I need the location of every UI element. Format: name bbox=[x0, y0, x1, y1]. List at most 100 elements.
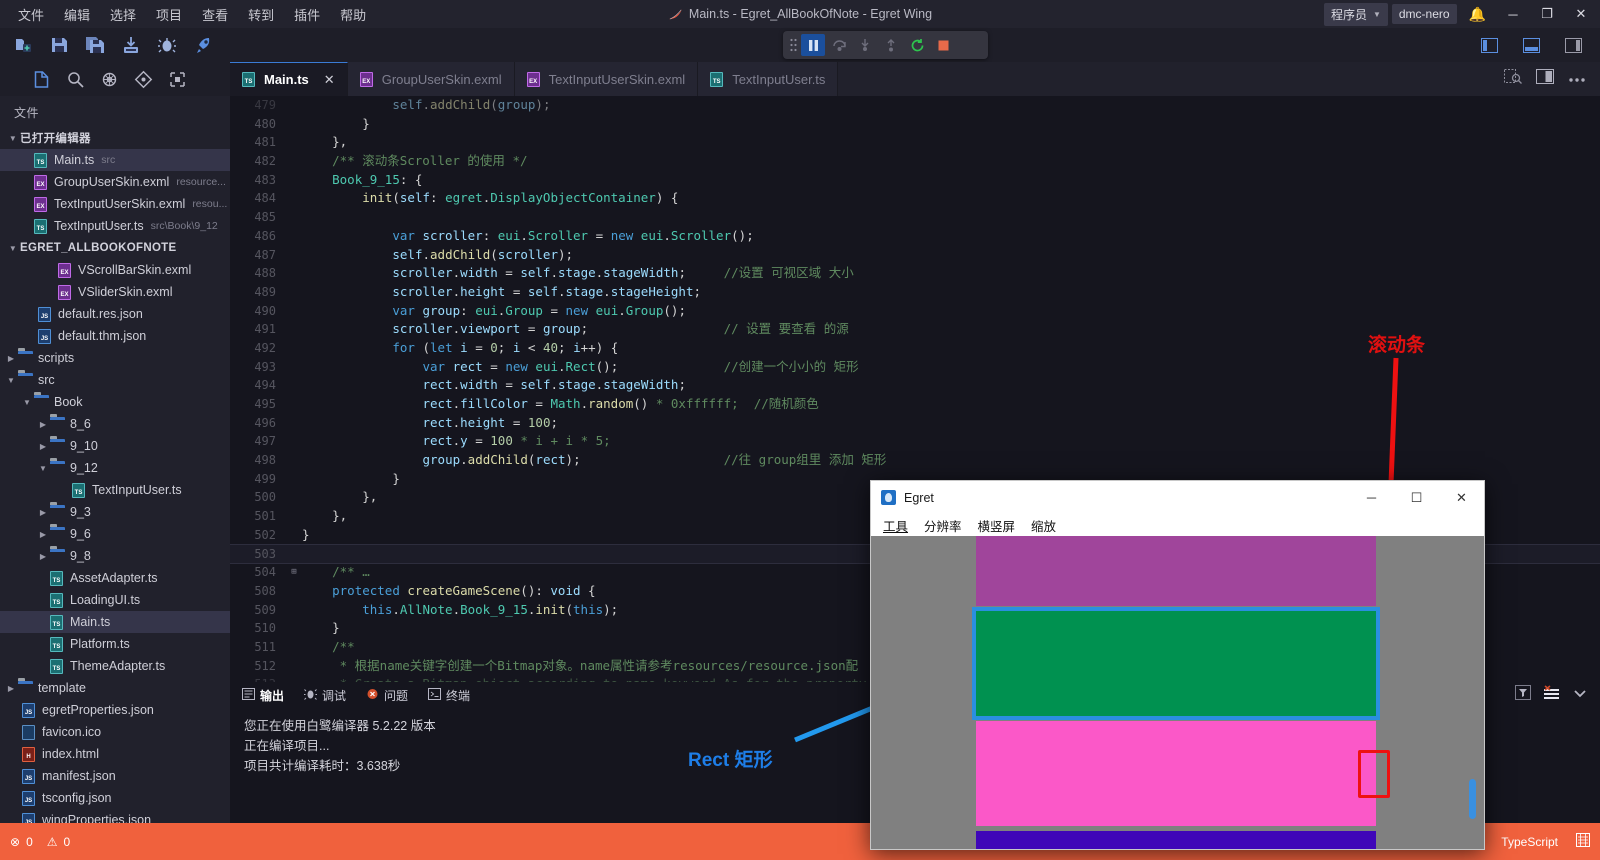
chevron-right-icon[interactable]: ▶ bbox=[36, 420, 50, 429]
tree-folder-item[interactable]: ▶ scripts bbox=[0, 347, 230, 369]
tree-file-item[interactable]: JS wingProperties.json bbox=[0, 809, 230, 823]
code-line[interactable]: 489 scroller.height = self.stage.stageHe… bbox=[230, 283, 1600, 302]
tree-file-item[interactable]: TS LoadingUI.ts bbox=[0, 589, 230, 611]
split-preview-icon[interactable] bbox=[1504, 68, 1522, 90]
code-line[interactable]: 497 rect.y = 100 * i + i * 5; bbox=[230, 432, 1600, 451]
code-line[interactable]: 498 group.addChild(rect); //往 group组里 添加… bbox=[230, 451, 1600, 470]
tree-folder-item[interactable]: ▶ 9_3 bbox=[0, 501, 230, 523]
code-line[interactable]: 490 var group: eui.Group = new eui.Group… bbox=[230, 302, 1600, 321]
egret-stage[interactable] bbox=[871, 536, 1484, 849]
toggle-panel-icon[interactable] bbox=[1518, 32, 1544, 58]
tree-folder-item[interactable]: ▶ 9_8 bbox=[0, 545, 230, 567]
new-file-icon[interactable] bbox=[10, 32, 36, 58]
chevron-right-icon[interactable]: ▶ bbox=[4, 684, 18, 693]
role-selector[interactable]: 程序员 ▼ bbox=[1323, 2, 1388, 26]
chevron-right-icon[interactable]: ▶ bbox=[36, 530, 50, 539]
tree-file-item[interactable]: EX VSliderSkin.exml bbox=[0, 281, 230, 303]
minimize-button[interactable]: ─ bbox=[1498, 0, 1528, 28]
split-editor-icon[interactable] bbox=[1536, 69, 1554, 89]
tree-file-item[interactable]: EX VScrollBarSkin.exml bbox=[0, 259, 230, 281]
panel-tab[interactable]: 终端 bbox=[428, 687, 470, 704]
source-control-icon[interactable] bbox=[130, 66, 156, 92]
tree-file-item[interactable]: JS tsconfig.json bbox=[0, 787, 230, 809]
egret-maximize-button[interactable]: ☐ bbox=[1394, 481, 1439, 514]
debug-icon[interactable] bbox=[164, 66, 190, 92]
tree-folder-item[interactable]: ▶ 9_6 bbox=[0, 523, 230, 545]
tree-file-item[interactable]: TS TextInputUser.ts bbox=[0, 479, 230, 501]
tree-folder-item[interactable]: ▼ 9_12 bbox=[0, 457, 230, 479]
menu-item-0[interactable]: 文件 bbox=[8, 1, 54, 28]
drag-grip-icon[interactable] bbox=[787, 38, 799, 52]
code-line[interactable]: 480 } bbox=[230, 115, 1600, 134]
tree-file-item[interactable]: JS default.res.json bbox=[0, 303, 230, 325]
code-line[interactable]: 482 /** 滚动条Scroller 的使用 */ bbox=[230, 152, 1600, 171]
tree-folder-item[interactable]: ▼ Book bbox=[0, 391, 230, 413]
egret-menu-item[interactable]: 分辨率 bbox=[924, 516, 962, 535]
tree-folder-item[interactable]: ▼ src bbox=[0, 369, 230, 391]
open-editor-item[interactable]: TS Main.ts src bbox=[0, 149, 230, 171]
stage-scrollbar-thumb[interactable] bbox=[1469, 779, 1476, 819]
editor-tab[interactable]: EX TextInputUserSkin.exml bbox=[514, 62, 699, 96]
editor-tab[interactable]: TS Main.ts ✕ bbox=[230, 62, 348, 96]
filter-icon[interactable] bbox=[1515, 685, 1531, 705]
chevron-right-icon[interactable]: ▶ bbox=[36, 552, 50, 561]
code-line[interactable]: 483 Book_9_15: { bbox=[230, 171, 1600, 190]
step-into-button[interactable] bbox=[853, 34, 877, 56]
egret-menu-item[interactable]: 工具 bbox=[883, 516, 908, 535]
tree-folder-item[interactable]: ▶ 9_10 bbox=[0, 435, 230, 457]
chevron-right-icon[interactable]: ▶ bbox=[36, 442, 50, 451]
extensions-icon[interactable] bbox=[96, 66, 122, 92]
tree-file-item[interactable]: favicon.ico bbox=[0, 721, 230, 743]
code-line[interactable]: 487 self.addChild(scroller); bbox=[230, 246, 1600, 265]
publish-icon[interactable] bbox=[118, 32, 144, 58]
run-rocket-icon[interactable] bbox=[190, 32, 216, 58]
tree-file-item[interactable]: TS ThemeAdapter.ts bbox=[0, 655, 230, 677]
toggle-sidebar-icon[interactable] bbox=[1476, 32, 1502, 58]
tree-file-item[interactable]: TS AssetAdapter.ts bbox=[0, 567, 230, 589]
toggle-right-panel-icon[interactable] bbox=[1560, 32, 1586, 58]
code-line[interactable]: 496 rect.height = 100; bbox=[230, 414, 1600, 433]
tree-file-item[interactable]: TS Main.ts bbox=[0, 611, 230, 633]
debug-bug-icon[interactable] bbox=[154, 32, 180, 58]
more-actions-icon[interactable] bbox=[1568, 70, 1586, 88]
egret-close-button[interactable]: ✕ bbox=[1439, 481, 1484, 514]
tree-file-item[interactable]: JS egretProperties.json bbox=[0, 699, 230, 721]
editor-tab[interactable]: EX GroupUserSkin.exml bbox=[347, 62, 515, 96]
menu-item-7[interactable]: 帮助 bbox=[330, 1, 376, 28]
panel-tab[interactable]: 问题 bbox=[366, 687, 408, 704]
save-icon[interactable] bbox=[46, 32, 72, 58]
code-line[interactable]: 493 var rect = new eui.Rect(); //创建一个小小的… bbox=[230, 358, 1600, 377]
maximize-button[interactable]: ❐ bbox=[1532, 0, 1562, 28]
open-editors-section-header[interactable]: ▼ 已打开编辑器 bbox=[0, 127, 230, 149]
code-line[interactable]: 485 bbox=[230, 208, 1600, 227]
bell-icon[interactable]: 🔔 bbox=[1461, 6, 1494, 23]
menu-item-5[interactable]: 转到 bbox=[238, 1, 284, 28]
file-explorer-sidebar[interactable]: 文件 ▼ 已打开编辑器 TS Main.ts src EX GroupUserSkin.… bbox=[0, 96, 230, 823]
code-line[interactable]: 494 rect.width = self.stage.stageWidth; bbox=[230, 376, 1600, 395]
code-line[interactable]: 481 }, bbox=[230, 133, 1600, 152]
smiley-icon[interactable] bbox=[1576, 833, 1590, 850]
egret-preview-window[interactable]: Egret ─ ☐ ✕ 工具 分辨率 横竖屏 缩放 bbox=[870, 480, 1485, 850]
menu-item-6[interactable]: 插件 bbox=[284, 1, 330, 28]
project-section-header[interactable]: ▼ EGRET_ALLBOOKOFNOTE bbox=[0, 237, 230, 259]
step-over-button[interactable] bbox=[827, 34, 851, 56]
search-icon[interactable] bbox=[62, 66, 88, 92]
tree-file-item[interactable]: TS Platform.ts bbox=[0, 633, 230, 655]
tree-file-item[interactable]: JS manifest.json bbox=[0, 765, 230, 787]
tree-folder-item[interactable]: ▶ template bbox=[0, 677, 230, 699]
tree-folder-item[interactable]: ▶ 8_6 bbox=[0, 413, 230, 435]
code-line[interactable]: 479 self.addChild(group); bbox=[230, 96, 1600, 115]
egret-minimize-button[interactable]: ─ bbox=[1349, 481, 1394, 514]
open-editor-item[interactable]: EX TextInputUserSkin.exml resou... bbox=[0, 193, 230, 215]
status-problems[interactable]: ⊗ 0 ⚠ 0 bbox=[10, 835, 70, 849]
egret-menu-item[interactable]: 缩放 bbox=[1031, 516, 1056, 535]
open-editor-item[interactable]: TS TextInputUser.ts src\Book\9_12 bbox=[0, 215, 230, 237]
chevron-down-icon[interactable]: ▼ bbox=[36, 464, 50, 473]
chevron-right-icon[interactable]: ▶ bbox=[4, 354, 18, 363]
stop-button[interactable] bbox=[931, 34, 955, 56]
menu-item-3[interactable]: 项目 bbox=[146, 1, 192, 28]
fold-toggle-icon[interactable]: ⊞ bbox=[286, 563, 302, 582]
code-line[interactable]: 495 rect.fillColor = Math.random() * 0xf… bbox=[230, 395, 1600, 414]
explorer-icon[interactable] bbox=[28, 66, 54, 92]
user-badge[interactable]: dmc-nero bbox=[1391, 4, 1457, 24]
